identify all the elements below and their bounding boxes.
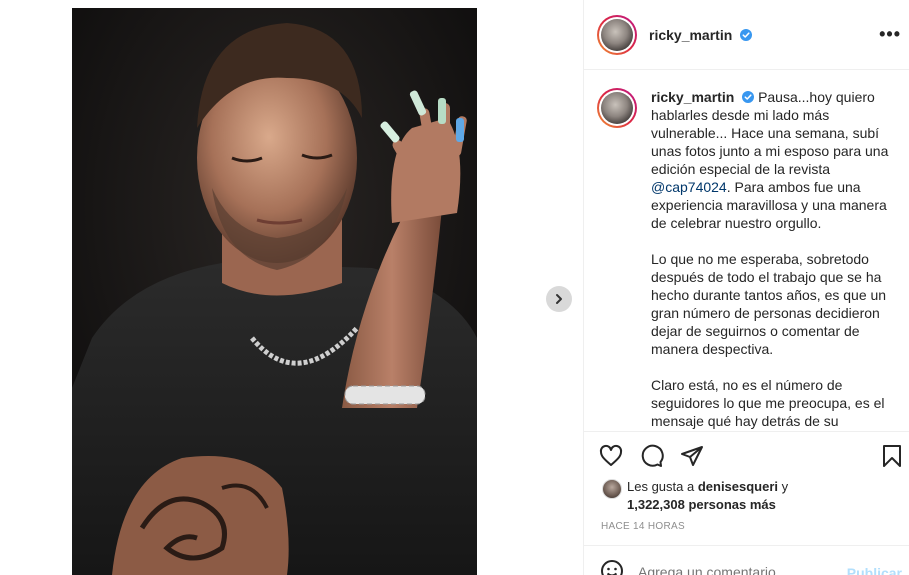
caption-avatar-image xyxy=(601,92,633,124)
caption-text: ricky_martin Pausa...hoy quiero hablarle… xyxy=(651,88,891,431)
like-heart-icon[interactable] xyxy=(599,444,623,468)
media-area xyxy=(0,0,583,575)
verified-badge-icon xyxy=(740,28,753,41)
caption-mention-link[interactable]: @cap74024 xyxy=(651,179,727,195)
likes-conjunction: y xyxy=(778,479,789,494)
caption-area: ricky_martin Pausa...hoy quiero hablarle… xyxy=(584,71,909,431)
caption-paragraph-3: Claro está, no es el número de seguidore… xyxy=(651,377,885,429)
add-comment-bar: Publicar xyxy=(584,545,909,575)
publish-button[interactable]: Publicar xyxy=(847,565,902,575)
post-timestamp[interactable]: HACE 14 HORAS xyxy=(601,521,685,532)
liker-username[interactable]: denisesqueri xyxy=(698,479,778,494)
likes-prefix: Les gusta a xyxy=(627,479,698,494)
header-username-text[interactable]: ricky_martin xyxy=(649,27,732,43)
verified-badge-icon xyxy=(742,91,755,103)
header-username[interactable]: ricky_martin xyxy=(649,27,753,43)
comment-input[interactable] xyxy=(638,564,838,575)
likes-count[interactable]: 1,322,308 personas más xyxy=(627,497,776,512)
caption-paragraph-2: Lo que no me esperaba, sobretodo después… xyxy=(651,251,887,357)
save-bookmark-icon[interactable] xyxy=(880,444,904,468)
post-header: ricky_martin ••• xyxy=(584,0,909,70)
post-photo-illustration xyxy=(72,8,477,575)
likes-summary: Les gusta a denisesqueri y 1,322,308 per… xyxy=(602,478,902,514)
comment-bubble-icon[interactable] xyxy=(640,444,664,468)
post-side-panel: ricky_martin ••• ricky_martin Pausa...ho… xyxy=(583,0,909,575)
action-bar xyxy=(584,431,909,479)
post-photo[interactable] xyxy=(72,8,477,575)
avatar-image xyxy=(601,18,633,51)
caption-avatar[interactable] xyxy=(597,88,637,128)
more-dots-icon[interactable]: ••• xyxy=(879,24,901,45)
emoji-icon[interactable] xyxy=(600,559,624,575)
caption-username[interactable]: ricky_martin xyxy=(651,89,734,105)
liker-avatar[interactable] xyxy=(602,479,622,499)
chevron-right-icon xyxy=(556,294,562,304)
avatar[interactable] xyxy=(597,14,637,55)
next-photo-button[interactable] xyxy=(546,286,572,312)
share-paper-plane-icon[interactable] xyxy=(680,444,704,468)
